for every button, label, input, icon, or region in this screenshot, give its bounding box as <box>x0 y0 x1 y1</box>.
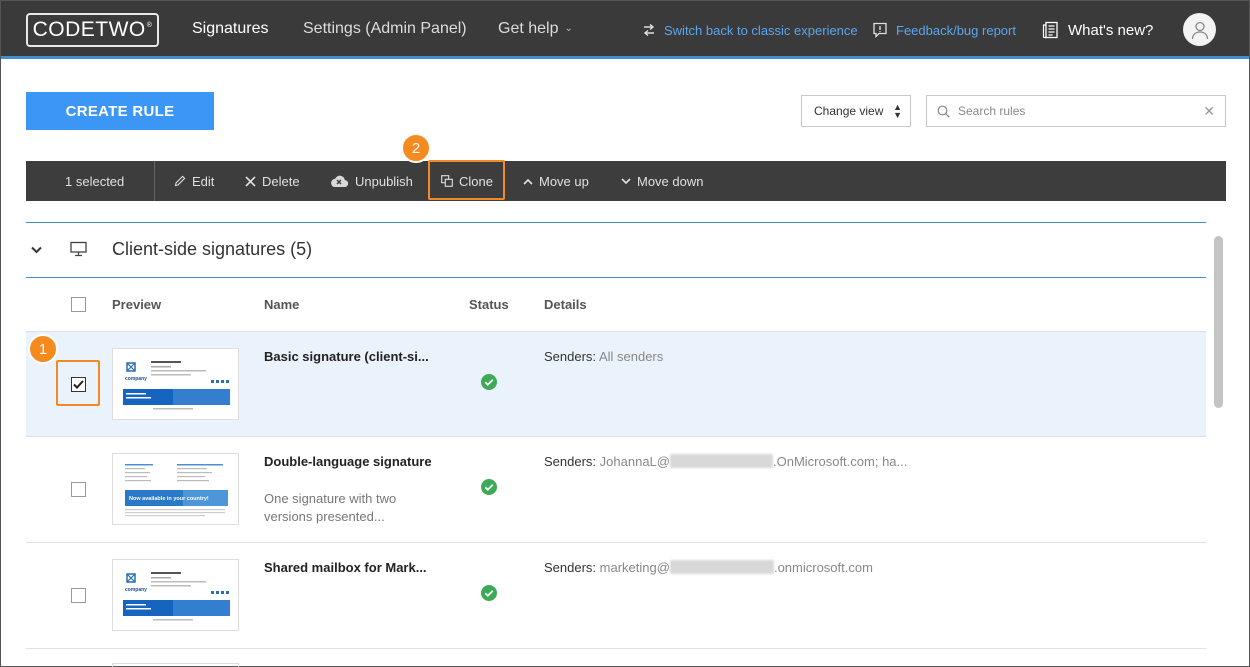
details-value-suffix: .onmicrosoft.com <box>773 560 873 575</box>
user-icon <box>1191 21 1208 39</box>
cloud-off-icon <box>329 174 349 188</box>
table-row[interactable]: Now available in your country! Double-la… <box>26 437 1206 543</box>
thumb-company-text: company <box>125 376 147 382</box>
monitor-icon <box>70 241 87 262</box>
redacted-domain <box>669 454 773 468</box>
whats-new-label: What's new? <box>1068 21 1154 39</box>
move-down-label: Move down <box>637 173 704 189</box>
logo-text: CODETWO <box>32 18 146 41</box>
rule-details: Senders: JohannaL@ .OnMicrosoft.com; ha..… <box>544 454 907 469</box>
move-up-button[interactable]: Move up <box>523 161 589 201</box>
signature-preview-image: company <box>123 361 230 410</box>
switch-classic-label: Switch back to classic experience <box>664 22 858 38</box>
rule-name[interactable]: Basic signature (client-si... <box>264 349 429 364</box>
delete-label: Delete <box>262 173 300 189</box>
unpublish-label: Unpublish <box>355 173 413 189</box>
change-view-dropdown[interactable]: Change view ▲ ▼ <box>801 95 911 127</box>
details-label: Senders: <box>544 454 597 469</box>
codetwo-logo[interactable]: CODETWO ® <box>26 13 159 47</box>
details-value-prefix: JohannaL@ <box>599 454 670 469</box>
feedback-bubble-icon <box>872 22 888 38</box>
details-value-prefix: marketing@ <box>599 560 670 575</box>
collapse-chevron-icon[interactable] <box>31 243 42 257</box>
tab-settings-label: Settings (Admin Panel) <box>303 19 467 37</box>
pencil-icon <box>174 175 186 187</box>
row-checkbox[interactable] <box>71 482 86 497</box>
delete-button[interactable]: Delete <box>245 161 300 201</box>
redacted-domain <box>669 560 774 574</box>
callout-badge-1: 1 <box>28 334 58 364</box>
select-all-checkbox[interactable] <box>71 297 86 312</box>
next-row-thumbnail-partial <box>112 663 239 667</box>
signature-preview-thumbnail[interactable]: Now available in your country! <box>112 453 239 525</box>
status-active-icon <box>481 585 497 606</box>
logo-registered-mark: ® <box>146 21 153 29</box>
group-header-client-side[interactable]: Client-side signatures (5) <box>26 222 1206 278</box>
group-title: Client-side signatures (5) <box>112 239 313 259</box>
signature-preview-image: company <box>123 572 230 621</box>
table-row[interactable]: company Shared mailbox for Mark... Sende… <box>26 543 1206 649</box>
selected-count: 1 selected <box>65 173 125 189</box>
up-down-chevron-icon: ▲ ▼ <box>893 102 902 120</box>
column-header-preview: Preview <box>112 297 162 312</box>
rule-action-bar: 1 selected Edit Delete Unpublish Clone M… <box>26 160 1226 201</box>
action-bar-divider <box>154 161 155 201</box>
rule-description: One signature with two versions presente… <box>264 491 397 524</box>
whats-new-link[interactable]: What's new? <box>1042 1 1153 59</box>
rule-details: Senders: marketing@ .onmicrosoft.com <box>544 560 873 575</box>
clone-highlight-outline <box>428 160 505 200</box>
close-x-icon <box>245 175 256 187</box>
user-avatar[interactable] <box>1183 13 1216 46</box>
move-up-label: Move up <box>539 173 589 189</box>
chevron-down-icon: ⌄ <box>564 23 573 34</box>
signature-preview-thumbnail[interactable]: company <box>112 348 239 420</box>
details-label: Senders: <box>544 560 597 575</box>
swap-arrows-icon <box>642 24 656 36</box>
thumb-company-text: company <box>125 587 147 593</box>
vertical-scrollbar[interactable] <box>1214 236 1223 408</box>
signature-preview-image: Now available in your country! <box>125 464 228 517</box>
callout-badge-2: 2 <box>401 133 431 163</box>
tab-settings-admin-panel[interactable]: Settings (Admin Panel) <box>286 1 484 56</box>
checkbox-highlight-outline <box>56 360 100 406</box>
top-navigation-bar: CODETWO ® Signatures Settings (Admin Pane… <box>1 1 1249 59</box>
tab-signatures-label: Signatures <box>192 20 269 37</box>
details-value: All senders <box>598 349 664 364</box>
search-rules-input[interactable]: Search rules ✕ <box>926 95 1226 127</box>
column-header-name[interactable]: Name <box>264 297 299 312</box>
rule-name[interactable]: Shared mailbox for Mark... <box>264 560 427 575</box>
edit-label: Edit <box>192 173 215 189</box>
switch-classic-link[interactable]: Switch back to classic experience <box>642 1 858 59</box>
feedback-link[interactable]: Feedback/bug report <box>872 1 1016 59</box>
status-active-icon <box>481 374 497 395</box>
thumb-banner-text: Now available in your country! <box>129 496 209 502</box>
details-value-suffix: .OnMicrosoft.com; ha... <box>772 454 908 469</box>
edit-button[interactable]: Edit <box>174 161 214 201</box>
table-row[interactable]: company Basic signature (client-si... Se… <box>26 331 1206 437</box>
status-active-icon <box>481 479 497 500</box>
signature-preview-thumbnail[interactable]: company <box>112 559 239 631</box>
column-header-status[interactable]: Status <box>469 297 509 312</box>
clear-search-icon[interactable]: ✕ <box>1203 103 1215 120</box>
tab-get-help-label: Get help <box>498 19 559 37</box>
news-document-icon <box>1042 21 1060 39</box>
create-rule-label: CREATE RULE <box>65 102 175 120</box>
unpublish-button[interactable]: Unpublish <box>329 161 413 201</box>
tab-signatures[interactable]: Signatures <box>175 1 286 59</box>
chevron-up-icon <box>523 178 533 185</box>
feedback-label: Feedback/bug report <box>896 22 1016 38</box>
search-icon <box>937 105 950 118</box>
details-label: Senders: <box>544 349 597 364</box>
chevron-down-icon <box>621 177 631 185</box>
rule-name[interactable]: Double-language signature <box>264 454 432 469</box>
create-rule-button[interactable]: CREATE RULE <box>26 92 214 130</box>
rule-details: Senders: All senders <box>544 349 663 364</box>
tab-get-help[interactable]: Get help ⌄ <box>481 1 590 56</box>
row-checkbox[interactable] <box>71 588 86 603</box>
column-header-details: Details <box>544 297 587 312</box>
move-down-button[interactable]: Move down <box>621 161 703 201</box>
search-placeholder: Search rules <box>958 104 1026 118</box>
change-view-label: Change view <box>814 104 884 118</box>
